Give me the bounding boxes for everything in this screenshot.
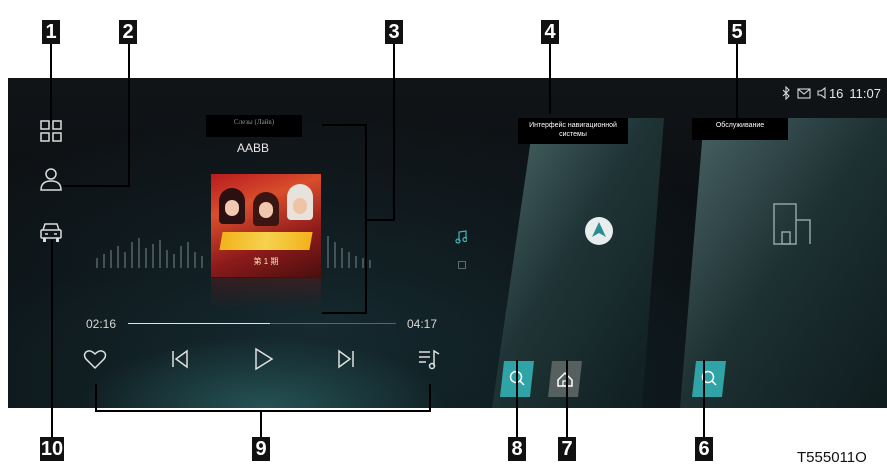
leader-6 <box>703 360 705 437</box>
volume-level: 16 <box>828 85 844 101</box>
leader-8 <box>516 360 518 437</box>
service-building-icon <box>770 200 814 246</box>
progress-fill <box>128 323 271 324</box>
status-bar: 16 11:07 <box>782 85 881 101</box>
next-track-icon <box>338 349 354 369</box>
leader-9-left <box>95 384 97 412</box>
volume-icon <box>817 87 826 99</box>
waveform-bar <box>334 242 336 268</box>
waveform-bar <box>355 256 357 268</box>
leader-2-h <box>62 185 130 187</box>
service-search-button[interactable] <box>692 361 726 397</box>
leader-3-bracket <box>365 124 367 314</box>
leader-3 <box>393 44 395 220</box>
search-icon <box>692 361 726 397</box>
leader-5 <box>736 44 738 122</box>
playlist-icon <box>419 349 440 370</box>
leader-9-h <box>95 410 431 412</box>
user-profile-button[interactable] <box>38 166 64 192</box>
playlist-button[interactable] <box>416 346 442 372</box>
volume-indicator: 16 <box>817 86 843 101</box>
clock: 11:07 <box>849 85 881 101</box>
current-time: 02:16 <box>86 317 117 331</box>
waveform-bar <box>348 252 350 268</box>
figure-code: T555011O <box>797 449 867 466</box>
waveform-bar <box>124 252 126 268</box>
album-episode-label: 第 1 期 <box>253 257 279 266</box>
total-time: 04:17 <box>407 317 438 331</box>
waveform-bar <box>173 254 175 268</box>
navigation-icon[interactable] <box>584 216 614 246</box>
waveform-bar <box>159 240 161 268</box>
leader-9-right <box>429 384 431 412</box>
navigation-card-title: Интерфейс навигационной системы <box>518 118 628 144</box>
album-cover: 第 1 期 <box>211 174 321 277</box>
callout-4: 4 <box>541 20 559 44</box>
artist-name: AABB <box>236 141 269 155</box>
waveform-bar <box>152 244 154 268</box>
waveform-bar <box>194 252 196 268</box>
home-button[interactable] <box>548 361 582 397</box>
home-icon <box>548 361 582 397</box>
leader-9 <box>260 412 262 437</box>
leader-4 <box>549 44 551 114</box>
callout-9: 9 <box>252 437 270 461</box>
waveform-bar <box>369 260 371 268</box>
callout-10: 10 <box>40 437 64 461</box>
waveform-bar <box>341 248 343 268</box>
waveform-bar <box>110 250 112 268</box>
progress-bar[interactable] <box>128 323 396 324</box>
service-card[interactable]: Обслуживание <box>680 118 887 408</box>
waveform-bar <box>131 242 133 268</box>
previous-track-icon <box>172 349 188 369</box>
next-track-button[interactable] <box>333 346 359 372</box>
mail-icon <box>797 87 811 99</box>
waveform-bar <box>117 246 119 268</box>
waveform-bar <box>166 250 168 268</box>
leader-3-bottom <box>322 312 367 314</box>
play-icon <box>255 347 274 371</box>
callout-1: 1 <box>42 20 60 44</box>
leader-3-h <box>365 219 395 221</box>
music-note-icon[interactable] <box>455 230 467 244</box>
service-card-title: Обслуживание <box>692 118 788 140</box>
album-reflection <box>211 278 321 308</box>
infotainment-screen: 16 11:07 Слезы (Лайв) AABB 第 1 期 02:16 0… <box>8 78 887 408</box>
waveform-bar <box>145 248 147 268</box>
play-button[interactable] <box>250 346 276 372</box>
waveform-bar <box>103 254 105 268</box>
waveform-bar <box>362 258 364 268</box>
callout-5: 5 <box>728 20 746 44</box>
waveform-bar <box>180 246 182 268</box>
waveform-bar <box>96 258 98 268</box>
leader-10 <box>51 240 53 437</box>
bluetooth-icon <box>782 86 790 100</box>
leader-3-top <box>322 124 367 126</box>
callout-2: 2 <box>119 20 137 44</box>
square-icon[interactable] <box>458 261 466 269</box>
previous-track-button[interactable] <box>167 346 193 372</box>
song-title: Слезы (Лайв) <box>206 115 302 137</box>
callout-6: 6 <box>695 437 713 461</box>
manual-figure: 1 2 3 4 5 10 9 8 7 6 T555011O 16 11:07 С… <box>0 0 887 476</box>
leader-2 <box>128 44 130 186</box>
waveform-bar <box>138 238 140 268</box>
leader-1 <box>50 44 52 124</box>
favorite-button[interactable] <box>82 346 108 372</box>
callout-8: 8 <box>508 437 526 461</box>
waveform-bar <box>187 242 189 268</box>
favorite-heart-icon <box>83 350 107 370</box>
leader-7 <box>566 360 568 437</box>
callout-7: 7 <box>558 437 576 461</box>
waveform-bar <box>201 256 203 268</box>
waveform-bar <box>327 236 329 268</box>
user-icon <box>40 168 62 191</box>
callout-3: 3 <box>385 20 403 44</box>
